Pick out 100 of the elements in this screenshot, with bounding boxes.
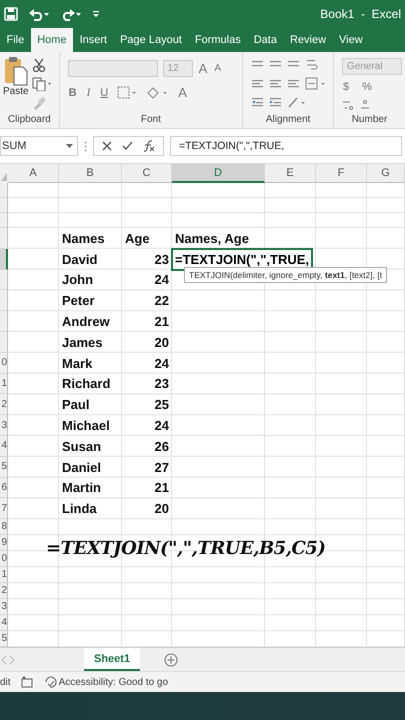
row-header[interactable] xyxy=(0,198,8,213)
save-icon[interactable] xyxy=(4,7,18,21)
ribbon-tab[interactable]: Data xyxy=(247,28,284,52)
align-icon[interactable] xyxy=(287,78,300,90)
accessibility-status[interactable]: Accessibility: Good to go xyxy=(58,676,168,688)
group-label: Font xyxy=(140,113,162,127)
dropdown-icon[interactable] xyxy=(66,144,73,148)
currency-button[interactable]: $ xyxy=(342,81,350,93)
undo-icon[interactable] xyxy=(28,7,50,21)
table-cell-text: 24 xyxy=(154,356,170,371)
column-header[interactable]: B xyxy=(59,164,122,183)
accessibility-icon[interactable] xyxy=(42,676,57,688)
row-header[interactable]: 8 xyxy=(0,519,8,536)
table-cell-text: Names, Age xyxy=(174,230,250,246)
ribbon-tab[interactable]: Formulas xyxy=(188,28,248,52)
row-header[interactable] xyxy=(0,332,8,353)
percent-button[interactable]: % xyxy=(361,81,373,93)
row-header[interactable] xyxy=(0,213,8,228)
align-icon[interactable] xyxy=(251,78,264,90)
formula-field[interactable]: =TEXTJOIN(",",TRUE, xyxy=(170,136,402,156)
ribbon-tab[interactable]: Page Layout xyxy=(114,28,188,52)
table-cell-text: Andrew xyxy=(61,314,111,330)
redo-icon[interactable] xyxy=(60,7,82,21)
macro-icon[interactable] xyxy=(20,676,33,688)
row-header[interactable]: 5 xyxy=(0,456,8,478)
fill-color-icon[interactable] xyxy=(145,86,170,100)
table-cell-text: 23 xyxy=(154,252,170,267)
more-icon[interactable] xyxy=(84,140,87,152)
decrease-decimal-icon[interactable] xyxy=(359,99,371,111)
indent-icon[interactable] xyxy=(251,96,264,108)
row-header[interactable] xyxy=(0,228,8,249)
format-painter-icon[interactable] xyxy=(32,96,46,110)
paste-icon[interactable] xyxy=(4,56,28,86)
row-header[interactable]: 2 xyxy=(0,583,8,600)
ribbon-tab[interactable]: Review xyxy=(283,28,333,52)
row-header[interactable]: 9 xyxy=(0,535,8,552)
row-header[interactable]: 1 xyxy=(0,374,8,394)
group-label: Number xyxy=(350,113,388,127)
table-cell-text: Linda xyxy=(61,501,98,516)
row-header[interactable] xyxy=(0,311,8,332)
font-style-button[interactable]: B xyxy=(68,86,78,98)
ribbon-tab[interactable]: Home xyxy=(30,28,74,52)
paste-label[interactable]: Paste xyxy=(3,86,29,97)
row-header[interactable]: 4 xyxy=(0,436,8,457)
table-cell-text: 21 xyxy=(154,314,170,330)
font-style-button[interactable]: I xyxy=(86,86,92,98)
name-box[interactable]: SUM xyxy=(0,136,78,156)
row-header[interactable]: 6 xyxy=(0,478,8,498)
column-header[interactable]: F xyxy=(316,164,367,183)
merge-icon[interactable] xyxy=(305,77,328,90)
ribbon-tab[interactable]: Insert xyxy=(73,28,114,52)
customize-icon[interactable] xyxy=(92,9,100,19)
orientation-icon[interactable] xyxy=(287,96,308,108)
cancel-icon[interactable] xyxy=(102,141,112,151)
function-tooltip: TEXTJOIN(delimiter, ignore_empty, text1, [text2], [t xyxy=(184,267,388,283)
row-header[interactable]: 5 xyxy=(0,631,8,648)
font-name-field[interactable] xyxy=(68,60,158,77)
column-header[interactable]: C xyxy=(122,164,172,183)
enter-icon[interactable] xyxy=(122,141,133,151)
shrink-font-button[interactable]: A xyxy=(213,63,222,74)
scroll-left-icon[interactable] xyxy=(0,654,8,665)
row-header[interactable]: 0 xyxy=(0,352,8,374)
row-header[interactable] xyxy=(0,183,8,198)
table-cell-text: 23 xyxy=(154,376,170,392)
wrap-text-icon[interactable] xyxy=(305,58,318,71)
row-header[interactable] xyxy=(0,248,8,270)
row-header[interactable] xyxy=(0,270,8,290)
font-color-button[interactable]: A xyxy=(177,85,188,100)
row-header[interactable]: 1 xyxy=(0,567,8,584)
cut-icon[interactable] xyxy=(32,58,46,72)
column-header[interactable]: E xyxy=(265,164,316,183)
table-cell-text: Richard xyxy=(61,376,112,392)
borders-icon[interactable] xyxy=(117,86,138,100)
table-cell-text: Daniel xyxy=(61,460,102,475)
ribbon-tab[interactable]: File xyxy=(0,28,31,52)
insert-function-icon[interactable] xyxy=(143,140,155,152)
align-icon[interactable] xyxy=(269,78,282,90)
sheet-tab[interactable]: Sheet1 xyxy=(84,648,140,672)
select-all-icon[interactable] xyxy=(0,164,8,183)
grow-font-button[interactable]: A xyxy=(198,61,208,76)
table-cell-text: 24 xyxy=(154,418,170,434)
row-header[interactable] xyxy=(0,290,8,312)
ribbon-tab[interactable]: View xyxy=(332,28,370,52)
row-header[interactable]: 3 xyxy=(0,415,8,436)
row-header[interactable]: 3 xyxy=(0,599,8,616)
table-cell-text: 27 xyxy=(154,460,170,475)
indent-icon[interactable] xyxy=(269,96,282,108)
column-header[interactable]: G xyxy=(367,164,405,183)
table-cell-text: 20 xyxy=(154,501,170,516)
increase-decimal-icon[interactable] xyxy=(342,99,354,111)
row-header[interactable]: 4 xyxy=(0,615,8,632)
scroll-right-icon[interactable] xyxy=(8,654,16,665)
copy-icon[interactable] xyxy=(32,77,52,91)
font-style-button[interactable]: U xyxy=(99,86,110,98)
row-header[interactable]: 2 xyxy=(0,394,8,416)
column-header[interactable]: D xyxy=(172,164,265,183)
row-header[interactable]: 7 xyxy=(0,498,8,520)
row-header[interactable]: 0 xyxy=(0,551,8,568)
add-sheet-icon[interactable] xyxy=(164,652,178,667)
column-header[interactable]: A xyxy=(8,164,59,183)
